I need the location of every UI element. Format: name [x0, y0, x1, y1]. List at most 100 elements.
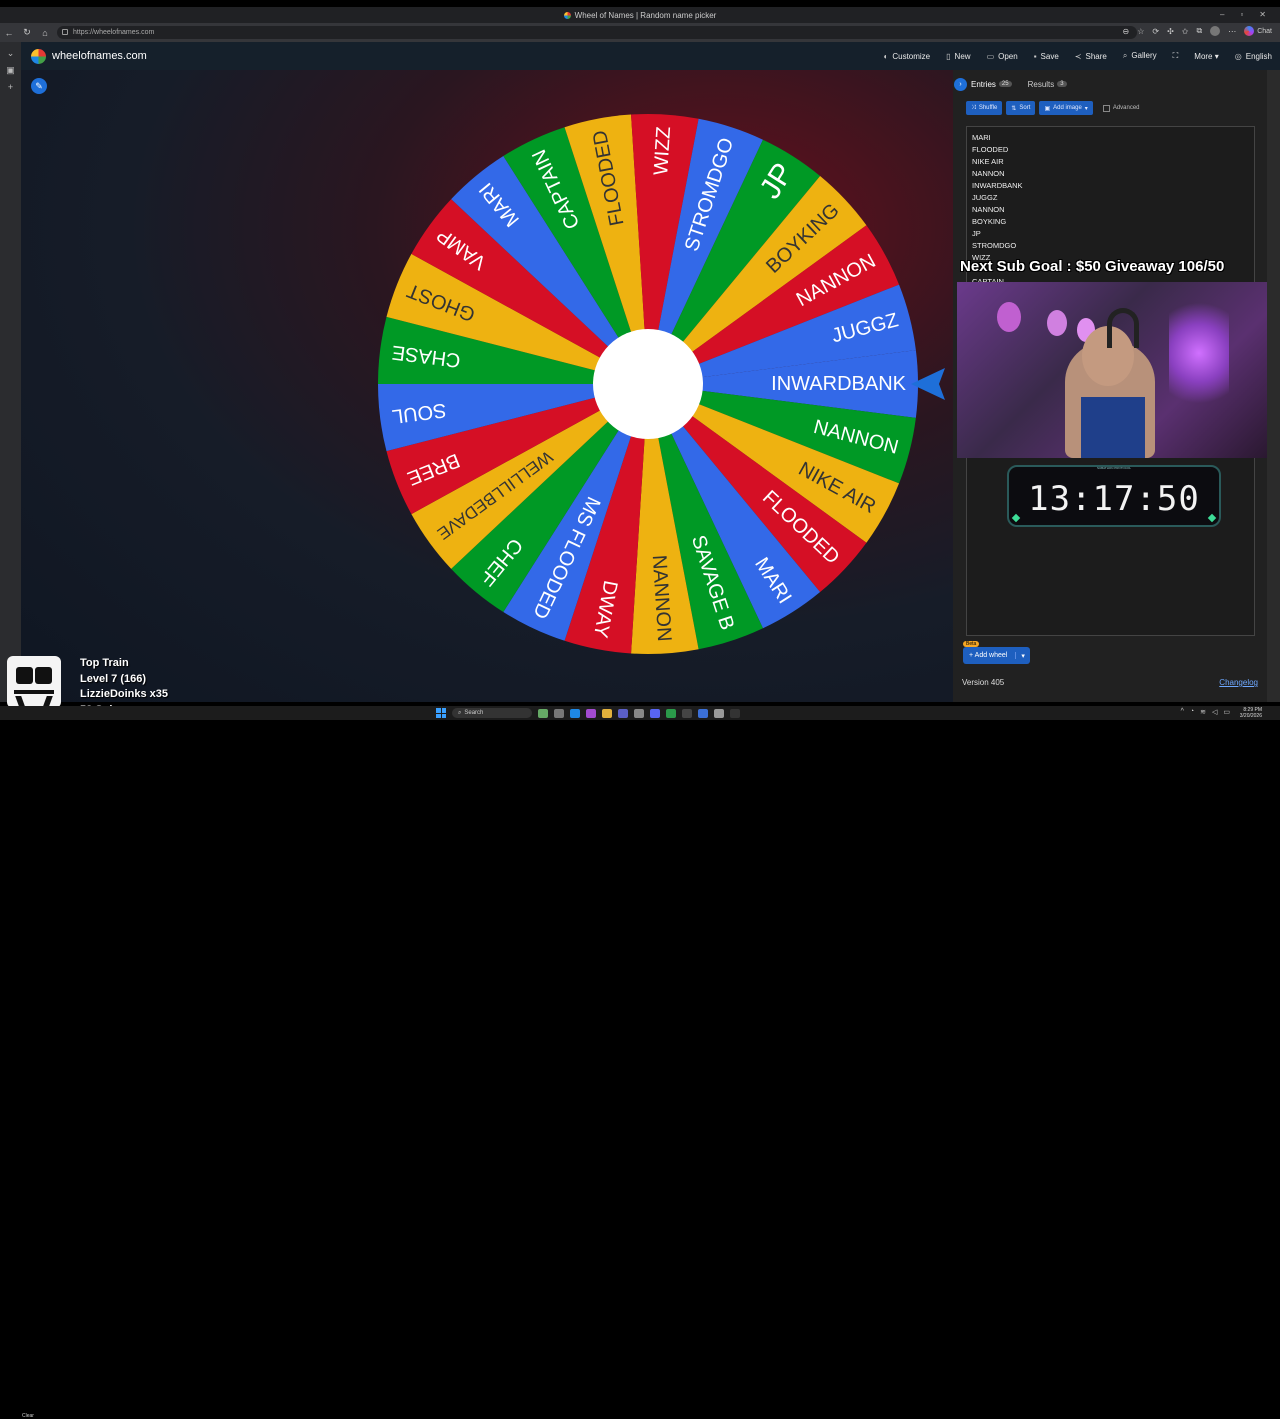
edit-pencil-icon[interactable]: ✎ [31, 78, 47, 94]
wheel-pointer-icon [909, 364, 949, 404]
refresh-icon[interactable]: ↻ [18, 27, 36, 38]
chevron-up-icon[interactable]: ^ [1181, 708, 1184, 716]
sort-button[interactable]: ⇅Sort [1006, 101, 1035, 115]
entry-line: NIKE AIR [972, 156, 1249, 168]
address-bar[interactable]: https://wheelofnames.com [57, 26, 1137, 39]
shuffle-button[interactable]: ⤨Shuffle [966, 101, 1002, 115]
app-icon[interactable] [666, 709, 676, 718]
zoom-icon[interactable]: ⊖ [1123, 27, 1130, 36]
collapse-chevron-icon[interactable]: › [954, 78, 967, 91]
chat-label: Chat [1257, 28, 1272, 35]
refresh-page-icon[interactable]: ⟳ [1152, 27, 1159, 36]
app-icon[interactable] [730, 709, 740, 718]
taskbar-clock[interactable]: 8:29 PM 3/20/2026 [1240, 707, 1262, 719]
menu-gallery[interactable]: ⌕Gallery [1123, 51, 1157, 61]
favorite-star-icon[interactable]: ☆ [1137, 27, 1144, 36]
advanced-label: Advanced [1113, 105, 1140, 111]
entry-line: INWARDBANK [972, 180, 1249, 192]
add-image-label: Add image [1053, 105, 1082, 111]
globe-icon: ◎ [1235, 52, 1242, 61]
add-wheel-label: Add wheel [975, 652, 1008, 659]
discord-icon[interactable] [650, 709, 660, 718]
app-header: wheelofnames.com ◐Customize ▯New ▭Open ▪… [21, 42, 1280, 70]
home-icon[interactable]: ⌂ [36, 28, 54, 38]
chat-button[interactable]: Chat [1244, 26, 1272, 36]
webcam-feed [957, 282, 1267, 458]
menu-customize[interactable]: ◐Customize [884, 52, 931, 61]
apron [1081, 397, 1145, 458]
taskbar-search[interactable]: ⌕Search [452, 708, 532, 718]
menu-label: New [955, 52, 971, 61]
folder-icon[interactable] [602, 709, 612, 718]
site-name[interactable]: wheelofnames.com [52, 50, 147, 62]
browser-tools: ⊖ ☆ ⟳ ✣ ✩ ⧉ ⋯ Chat [1123, 26, 1273, 36]
app-icon[interactable] [698, 709, 708, 718]
chevron-down-icon[interactable]: ▾ [1016, 652, 1030, 660]
app-icon[interactable] [586, 709, 596, 718]
app-icon[interactable] [634, 709, 644, 718]
entry-line: JUGGZ [972, 192, 1249, 204]
name-wheel[interactable]: INWARDBANKNANNONNIKE AIRFLOODEDMARISAVAG… [376, 112, 921, 657]
menu-open[interactable]: ▭Open [987, 52, 1018, 61]
sub-goal-banner: Next Sub Goal : $50 Giveaway 106/50 [960, 258, 1270, 275]
window-title: Wheel of Names | Random name picker [575, 11, 717, 20]
back-icon[interactable]: ← [0, 28, 18, 38]
menu-new[interactable]: ▯New [946, 52, 970, 61]
add-image-button[interactable]: ▣Add image▾ [1039, 101, 1092, 115]
menu-label: Customize [892, 52, 930, 61]
wifi-icon[interactable]: ≋ [1200, 708, 1206, 716]
save-icon: ▪ [1034, 52, 1037, 61]
chevron-down-icon: ▾ [1085, 105, 1088, 112]
profile-avatar[interactable] [1210, 26, 1220, 36]
tab-entries[interactable]: Entries 25 [971, 80, 1012, 89]
menu-save[interactable]: ▪Save [1034, 52, 1059, 61]
system-tray: ^ ◔ ≋ ◁ ▭ [1181, 708, 1230, 716]
shuffle-label: Shuffle [979, 105, 998, 111]
menu-language[interactable]: ◎English [1235, 52, 1272, 61]
taskbar-apps: ⌕Search [436, 708, 740, 718]
search-icon: ⌕ [458, 710, 461, 717]
sidebar-toggle-icon[interactable]: ⌄ [0, 48, 21, 59]
extensions-icon[interactable]: ✣ [1167, 27, 1174, 36]
close-icon[interactable]: ✕ [1259, 10, 1266, 19]
menu-more[interactable]: More ▾ [1194, 52, 1218, 61]
app-icon[interactable] [714, 709, 724, 718]
image-icon: ▣ [1044, 105, 1050, 112]
favorites-icon[interactable]: ✩ [1182, 27, 1189, 36]
network-icon[interactable]: ◔ [1190, 708, 1194, 716]
collections-icon[interactable]: ⧉ [1196, 26, 1202, 36]
tab-results-label: Results [1028, 80, 1055, 89]
lock-icon [62, 29, 68, 35]
clock-date: 3/20/2026 [1240, 713, 1262, 719]
start-icon[interactable] [436, 708, 446, 718]
volume-icon[interactable]: ◁ [1212, 708, 1217, 716]
wheel-center-button[interactable] [593, 329, 703, 439]
changelog-link[interactable]: Changelog [1219, 678, 1258, 687]
timer-caption: SUBATHON PROTOCOL [1009, 466, 1219, 470]
entries-count-badge: 25 [999, 81, 1012, 87]
panel-tabs: › Entries 25 Results 3 [953, 77, 1067, 91]
site-logo [31, 49, 46, 64]
app-icon[interactable] [682, 709, 692, 718]
teams-icon[interactable] [618, 709, 628, 718]
shuffle-icon: ⤨ [971, 105, 976, 112]
advanced-checkbox[interactable]: Advanced [1103, 105, 1140, 112]
minimize-icon[interactable]: – [1220, 10, 1224, 19]
fullscreen-icon[interactable]: ⛶ [1173, 51, 1179, 61]
edge-icon[interactable] [570, 709, 580, 718]
entry-line: STROMDGO [972, 240, 1249, 252]
battery-icon[interactable]: ▭ [1223, 708, 1230, 716]
new-tab-icon[interactable]: + [0, 82, 21, 92]
more-icon[interactable]: ⋯ [1228, 27, 1236, 36]
tab-results[interactable]: Results 3 [1028, 80, 1067, 89]
weather-widget[interactable]: Clear [22, 1413, 34, 1419]
entries-toolbar: ⤨Shuffle ⇅Sort ▣Add image▾ Advanced [966, 101, 1140, 115]
maximize-icon[interactable]: ▫ [1240, 10, 1243, 19]
page-scrollbar[interactable] [1267, 70, 1280, 702]
vertical-tab-icon[interactable]: ▣ [0, 65, 21, 76]
add-wheel-button[interactable]: Beta + Add wheel ▾ [963, 647, 1030, 664]
app-icon[interactable] [554, 709, 564, 718]
app-icon[interactable] [538, 709, 548, 718]
menu-share[interactable]: ≺Share [1075, 52, 1107, 61]
sort-label: Sort [1019, 105, 1030, 111]
